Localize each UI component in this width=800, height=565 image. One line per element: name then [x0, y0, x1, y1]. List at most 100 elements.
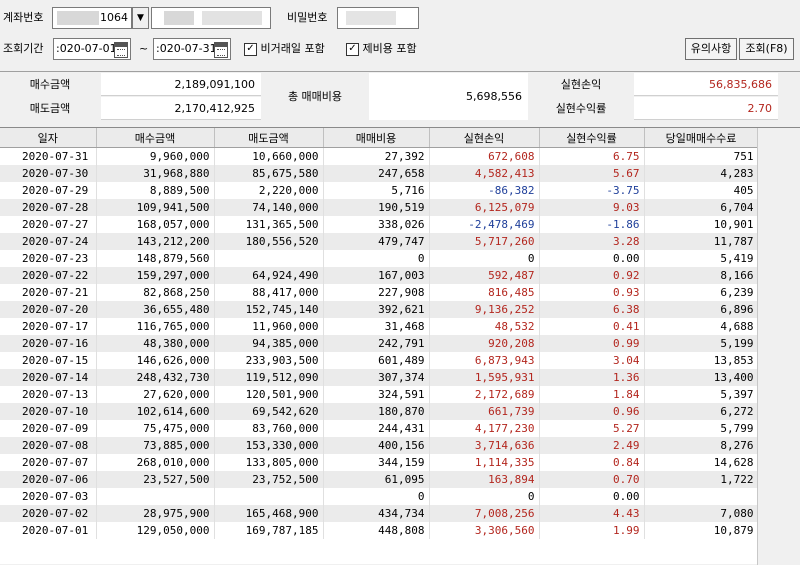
- buy-amount-label: 매수금액: [0, 73, 100, 96]
- cell-sell: 131,365,500: [214, 216, 324, 233]
- cell-fee: 324,591: [323, 386, 430, 403]
- cell-sell: 64,924,490: [214, 267, 324, 284]
- cell-date: 2020-07-31: [0, 147, 97, 165]
- cell-pnl: 2,172,689: [429, 386, 540, 403]
- sell-amount-label: 매도금액: [0, 97, 100, 120]
- cell-rate: 5.27: [539, 420, 645, 437]
- checkmark-icon[interactable]: ✓: [244, 42, 257, 56]
- cell-commission: 13,853: [644, 352, 759, 369]
- table-row[interactable]: 2020-07-22 159,297,000 64,924,490 167,003 59…: [0, 267, 759, 284]
- cell-date: 2020-07-16: [0, 335, 97, 352]
- cell-buy: 82,868,250: [96, 284, 215, 301]
- account-number-field[interactable]: 1064: [52, 7, 132, 29]
- realized-pnl-value: 56,835,686: [634, 73, 778, 96]
- table-row[interactable]: 2020-07-02 28,975,900 165,468,900 434,734 7,…: [0, 505, 759, 522]
- cell-sell: 88,417,000: [214, 284, 324, 301]
- account-label: 계좌번호: [3, 11, 44, 24]
- cell-buy: 148,879,560: [96, 250, 215, 267]
- calendar-icon[interactable]: [214, 42, 228, 58]
- cell-fee: 344,159: [323, 454, 430, 471]
- cell-commission: 10,901: [644, 216, 759, 233]
- column-header-pnl[interactable]: 실현손익: [429, 128, 540, 148]
- table-row[interactable]: 2020-07-24 143,212,200 180,556,520 479,747 5…: [0, 233, 759, 250]
- cell-sell: 153,330,000: [214, 437, 324, 454]
- cell-sell: 94,385,000: [214, 335, 324, 352]
- include-nontrading-checkbox[interactable]: ✓ 비거래일 포함: [244, 40, 325, 58]
- cell-fee: 392,621: [323, 301, 430, 318]
- cell-fee: 400,156: [323, 437, 430, 454]
- table-row[interactable]: 2020-07-28 109,941,500 74,140,000 190,519 6,…: [0, 199, 759, 216]
- cell-buy: 28,975,900: [96, 505, 215, 522]
- cell-fee: 247,658: [323, 165, 430, 182]
- table-row[interactable]: 2020-07-03 0 0 0.00: [0, 488, 759, 505]
- include-fees-checkbox[interactable]: ✓ 제비용 포함: [346, 40, 417, 58]
- cell-fee: 0: [323, 488, 430, 505]
- cell-rate: 0.92: [539, 267, 645, 284]
- column-header-commission[interactable]: 당일매매수수료: [644, 128, 759, 148]
- cell-commission: 6,272: [644, 403, 759, 420]
- table-row[interactable]: 2020-07-21 82,868,250 88,417,000 227,908 816…: [0, 284, 759, 301]
- cell-sell: 233,903,500: [214, 352, 324, 369]
- table-row[interactable]: 2020-07-06 23,527,500 23,752,500 61,095 163,…: [0, 471, 759, 488]
- cell-rate: 0.84: [539, 454, 645, 471]
- cell-buy: [96, 488, 215, 505]
- cell-rate: 6.38: [539, 301, 645, 318]
- account-dropdown-button[interactable]: ▼: [132, 7, 149, 29]
- date-to-text: :020-07-31: [156, 42, 217, 55]
- table-row[interactable]: 2020-07-23 148,879,560 0 0 0.00 5,419: [0, 250, 759, 267]
- column-header-sell[interactable]: 매도금액: [214, 128, 324, 148]
- table-row[interactable]: 2020-07-10 102,614,600 69,542,620 180,870 66…: [0, 403, 759, 420]
- table-row[interactable]: 2020-07-16 48,380,000 94,385,000 242,791 920…: [0, 335, 759, 352]
- cell-rate: 0.70: [539, 471, 645, 488]
- column-header-rate[interactable]: 실현수익률: [539, 128, 645, 148]
- cell-commission: 4,688: [644, 318, 759, 335]
- table-row[interactable]: 2020-07-08 73,885,000 153,330,000 400,156 3,…: [0, 437, 759, 454]
- table-row[interactable]: 2020-07-29 8,889,500 2,220,000 5,716 -86,382…: [0, 182, 759, 199]
- password-field[interactable]: [337, 7, 419, 29]
- query-button[interactable]: 조회(F8): [739, 38, 794, 60]
- table-row[interactable]: 2020-07-14 248,432,730 119,512,090 307,374 1…: [0, 369, 759, 386]
- cell-fee: 227,908: [323, 284, 430, 301]
- cell-fee: 0: [323, 250, 430, 267]
- cell-buy: 27,620,000: [96, 386, 215, 403]
- table-row[interactable]: 2020-07-13 27,620,000 120,501,900 324,591 2,…: [0, 386, 759, 403]
- cell-pnl: 9,136,252: [429, 301, 540, 318]
- realized-pnl-label: 실현손익: [529, 73, 633, 96]
- cell-date: 2020-07-06: [0, 471, 97, 488]
- table-row[interactable]: 2020-07-07 268,010,000 133,805,000 344,159 1…: [0, 454, 759, 471]
- table-row[interactable]: 2020-07-31 9,960,000 10,660,000 27,392 672,6…: [0, 147, 759, 165]
- cell-date: 2020-07-29: [0, 182, 97, 199]
- notice-button[interactable]: 유의사항: [685, 38, 737, 60]
- table-row[interactable]: 2020-07-20 36,655,480 152,745,140 392,621 9,…: [0, 301, 759, 318]
- cell-commission: 5,799: [644, 420, 759, 437]
- cell-date: 2020-07-07: [0, 454, 97, 471]
- cell-pnl: -86,382: [429, 182, 540, 199]
- cell-sell: 133,805,000: [214, 454, 324, 471]
- column-header-fee[interactable]: 매매비용: [323, 128, 430, 148]
- cell-buy: 23,527,500: [96, 471, 215, 488]
- cell-commission: 5,397: [644, 386, 759, 403]
- cell-fee: 31,468: [323, 318, 430, 335]
- column-header-date[interactable]: 일자: [0, 128, 97, 148]
- table-row[interactable]: 2020-07-27 168,057,000 131,365,500 338,026-…: [0, 216, 759, 233]
- cell-commission: 13,400: [644, 369, 759, 386]
- table-row[interactable]: 2020-07-30 31,968,880 85,675,580 247,658 4,5…: [0, 165, 759, 182]
- table-row[interactable]: 2020-07-15 146,626,000 233,903,500 601,489 6…: [0, 352, 759, 369]
- table-row[interactable]: 2020-07-01 129,050,000 169,787,185 448,808 3…: [0, 522, 759, 539]
- cell-pnl: 592,487: [429, 267, 540, 284]
- cell-commission: 5,199: [644, 335, 759, 352]
- column-header-buy[interactable]: 매수금액: [96, 128, 215, 148]
- buy-amount-value: 2,189,091,100: [101, 73, 261, 96]
- cell-fee: 5,716: [323, 182, 430, 199]
- vertical-scrollbar[interactable]: [757, 128, 800, 565]
- cell-buy: 168,057,000: [96, 216, 215, 233]
- date-to-field[interactable]: :020-07-31: [153, 38, 231, 60]
- cell-pnl: 1,595,931: [429, 369, 540, 386]
- table-row[interactable]: 2020-07-09 75,475,000 83,760,000 244,431 4,1…: [0, 420, 759, 437]
- calendar-icon[interactable]: [114, 42, 128, 58]
- cell-commission: 1,722: [644, 471, 759, 488]
- date-from-field[interactable]: :020-07-01: [53, 38, 131, 60]
- cell-pnl: 672,608: [429, 147, 540, 165]
- table-row[interactable]: 2020-07-17 116,765,000 11,960,000 31,468 48,…: [0, 318, 759, 335]
- checkmark-icon[interactable]: ✓: [346, 42, 359, 56]
